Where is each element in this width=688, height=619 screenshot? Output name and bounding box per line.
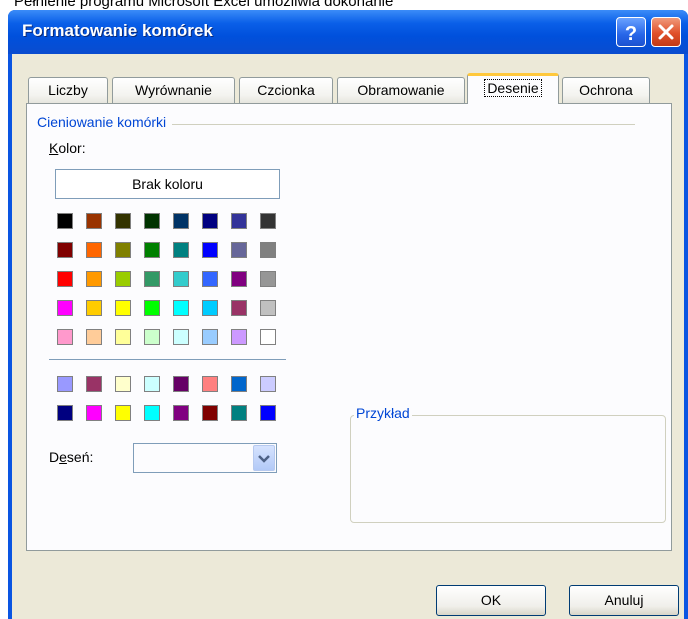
color-swatch[interactable] — [86, 242, 102, 258]
color-swatch[interactable] — [86, 213, 102, 229]
color-swatch[interactable] — [173, 271, 189, 287]
color-swatch[interactable] — [86, 271, 102, 287]
color-swatch[interactable] — [57, 300, 73, 316]
color-swatch[interactable] — [86, 376, 102, 392]
color-swatch[interactable] — [115, 376, 131, 392]
tab-obramowanie[interactable]: Obramowanie — [337, 77, 465, 103]
desenie-tab-panel: Cieniowanie komórki Kolor: Brak koloru D… — [26, 103, 672, 551]
color-swatch[interactable] — [173, 329, 189, 345]
help-button[interactable]: ? — [616, 17, 646, 47]
dropdown-button[interactable] — [253, 445, 275, 471]
color-swatch[interactable] — [231, 376, 247, 392]
color-swatch[interactable] — [115, 213, 131, 229]
color-swatch[interactable] — [231, 242, 247, 258]
color-swatch[interactable] — [231, 405, 247, 421]
color-swatch[interactable] — [115, 405, 131, 421]
color-swatch[interactable] — [57, 271, 73, 287]
color-swatch[interactable] — [115, 271, 131, 287]
color-swatch[interactable] — [173, 242, 189, 258]
color-swatch[interactable] — [260, 213, 276, 229]
chevron-down-icon — [258, 455, 270, 463]
color-swatch[interactable] — [144, 376, 160, 392]
dialog-client-area: Liczby Wyrównanie Czcionka Obramowanie D… — [12, 54, 684, 619]
color-swatch[interactable] — [202, 329, 218, 345]
color-swatch[interactable] — [57, 376, 73, 392]
close-icon — [658, 24, 674, 40]
tab-label: Obramowanie — [357, 82, 445, 98]
sample-preview-box — [350, 415, 666, 523]
tab-label: Desenie — [484, 79, 542, 97]
ok-button[interactable]: OK — [436, 585, 546, 616]
pattern-label: Deseń: — [49, 449, 94, 465]
color-swatch[interactable] — [173, 213, 189, 229]
color-swatch[interactable] — [144, 242, 160, 258]
sample-title: Przykład — [354, 405, 412, 421]
color-swatch[interactable] — [115, 300, 131, 316]
color-swatch[interactable] — [57, 213, 73, 229]
color-swatch[interactable] — [231, 329, 247, 345]
color-swatch[interactable] — [115, 329, 131, 345]
color-swatch[interactable] — [86, 329, 102, 345]
color-swatch[interactable] — [231, 213, 247, 229]
tab-liczby[interactable]: Liczby — [28, 77, 108, 103]
color-swatch[interactable] — [202, 405, 218, 421]
dialog-title: Formatowanie komórek — [22, 21, 213, 40]
color-swatch[interactable] — [57, 405, 73, 421]
color-swatch[interactable] — [173, 376, 189, 392]
color-swatch[interactable] — [202, 242, 218, 258]
color-swatch[interactable] — [231, 271, 247, 287]
color-swatch[interactable] — [144, 300, 160, 316]
color-swatch[interactable] — [144, 405, 160, 421]
background-caption-text: Pełnienie programu Microsoft Excel umożl… — [14, 0, 394, 10]
no-color-button[interactable]: Brak koloru — [55, 169, 280, 199]
format-cells-dialog: Formatowanie komórek ? Liczby Wyrównanie… — [8, 10, 688, 619]
color-swatch[interactable] — [231, 300, 247, 316]
color-swatch[interactable] — [260, 376, 276, 392]
tab-czcionka[interactable]: Czcionka — [239, 77, 333, 103]
svg-text:?: ? — [625, 23, 637, 45]
help-icon: ? — [625, 23, 637, 45]
color-swatch[interactable] — [144, 271, 160, 287]
tab-label: Liczby — [48, 82, 88, 98]
tab-label: Czcionka — [257, 82, 315, 98]
palette-separator — [49, 359, 286, 360]
color-swatch[interactable] — [115, 242, 131, 258]
color-label: Kolor: — [49, 140, 86, 156]
color-swatch[interactable] — [260, 405, 276, 421]
color-swatch[interactable] — [144, 213, 160, 229]
color-swatch[interactable] — [57, 242, 73, 258]
color-swatch[interactable] — [202, 300, 218, 316]
color-swatch[interactable] — [260, 271, 276, 287]
color-swatch[interactable] — [86, 405, 102, 421]
tab-desenie[interactable]: Desenie — [467, 73, 559, 104]
color-swatch[interactable] — [86, 300, 102, 316]
tab-label: Wyrównanie — [135, 82, 212, 98]
color-swatch[interactable] — [144, 329, 160, 345]
pattern-dropdown[interactable] — [133, 443, 277, 473]
color-swatch[interactable] — [260, 300, 276, 316]
title-bar[interactable]: Formatowanie komórek ? — [8, 10, 688, 54]
cancel-button[interactable]: Anuluj — [569, 585, 679, 616]
color-swatch[interactable] — [260, 242, 276, 258]
color-swatch[interactable] — [173, 405, 189, 421]
color-swatch[interactable] — [202, 213, 218, 229]
tab-ochrona[interactable]: Ochrona — [562, 77, 650, 103]
shading-group-title: Cieniowanie komórki — [37, 114, 173, 130]
color-swatch[interactable] — [202, 376, 218, 392]
color-swatch[interactable] — [202, 271, 218, 287]
close-button[interactable] — [651, 17, 681, 47]
color-swatch[interactable] — [260, 329, 276, 345]
tab-label: Ochrona — [579, 82, 633, 98]
color-swatch[interactable] — [57, 329, 73, 345]
tab-wyrownanie[interactable]: Wyrównanie — [112, 77, 235, 103]
color-swatch[interactable] — [173, 300, 189, 316]
